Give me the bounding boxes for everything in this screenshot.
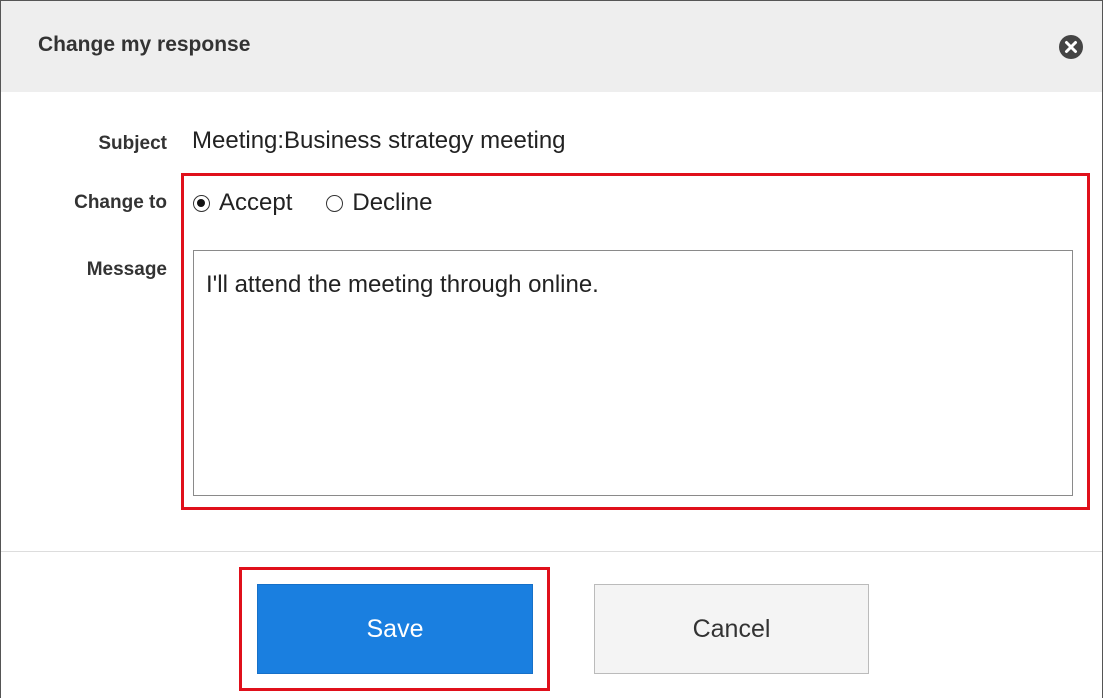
save-button[interactable]: Save <box>257 584 533 674</box>
response-radio-group: Accept Decline <box>193 187 466 219</box>
cancel-button[interactable]: Cancel <box>594 584 869 674</box>
dialog-title: Change my response <box>38 33 251 56</box>
message-textarea[interactable]: I'll attend the meeting through online. <box>193 250 1073 496</box>
footer-divider <box>1 551 1102 552</box>
accept-radio-label[interactable]: Accept <box>219 189 292 217</box>
subject-label: Subject <box>98 133 167 154</box>
accept-radio[interactable]: Accept <box>193 189 292 217</box>
message-label: Message <box>86 259 167 280</box>
subject-value: Meeting:Business strategy meeting <box>192 127 566 154</box>
cancel-button-label: Cancel <box>692 614 771 643</box>
decline-radio[interactable]: Decline <box>326 189 432 217</box>
message-text: I'll attend the meeting through online. <box>206 271 599 298</box>
decline-radio-button[interactable] <box>326 194 344 212</box>
close-icon[interactable] <box>1059 35 1083 59</box>
accept-radio-button[interactable] <box>193 194 210 212</box>
decline-radio-label[interactable]: Decline <box>352 189 432 217</box>
save-button-label: Save <box>366 614 424 643</box>
dialog-titlebar: Change my response <box>1 1 1102 92</box>
change-to-label: Change to <box>74 192 167 213</box>
change-response-dialog: Change my response Subject Meeting:Busin… <box>0 0 1103 698</box>
